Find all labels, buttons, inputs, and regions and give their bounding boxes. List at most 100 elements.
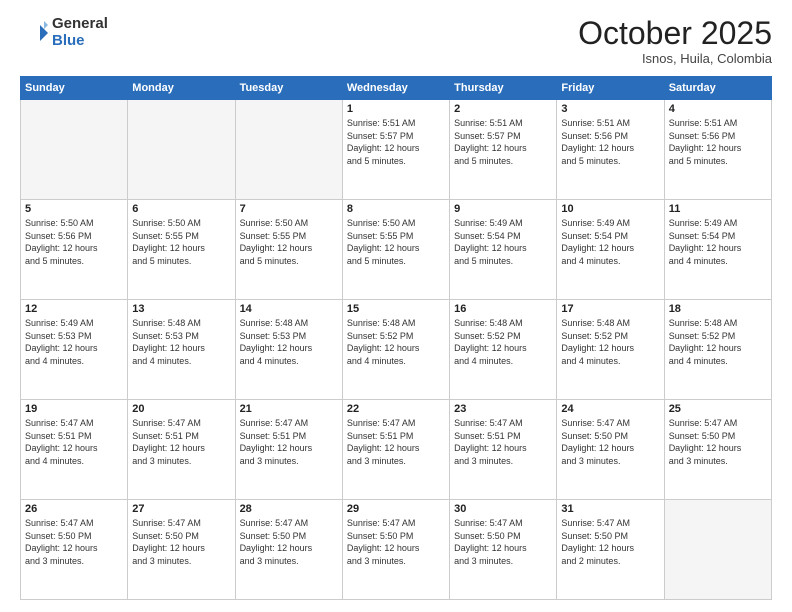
day-info: Sunrise: 5:47 AMSunset: 5:51 PMDaylight:… — [454, 417, 552, 467]
day-info: Sunrise: 5:49 AMSunset: 5:53 PMDaylight:… — [25, 317, 123, 367]
day-info: Sunrise: 5:47 AMSunset: 5:50 PMDaylight:… — [561, 417, 659, 467]
day-number: 28 — [240, 503, 338, 515]
title-block: October 2025 Isnos, Huila, Colombia — [578, 16, 772, 66]
day-info: Sunrise: 5:51 AMSunset: 5:57 PMDaylight:… — [454, 117, 552, 167]
day-number: 24 — [561, 403, 659, 415]
day-info: Sunrise: 5:50 AMSunset: 5:56 PMDaylight:… — [25, 217, 123, 267]
day-info: Sunrise: 5:48 AMSunset: 5:53 PMDaylight:… — [132, 317, 230, 367]
calendar-cell: 18 Sunrise: 5:48 AMSunset: 5:52 PMDayligh… — [664, 300, 771, 400]
day-number: 25 — [669, 403, 767, 415]
day-number: 26 — [25, 503, 123, 515]
page: General Blue October 2025 Isnos, Huila, … — [0, 0, 792, 612]
day-info: Sunrise: 5:48 AMSunset: 5:52 PMDaylight:… — [454, 317, 552, 367]
day-info: Sunrise: 5:51 AMSunset: 5:57 PMDaylight:… — [347, 117, 445, 167]
weekday-header: Sunday — [21, 77, 128, 100]
weekday-header: Saturday — [664, 77, 771, 100]
day-number: 29 — [347, 503, 445, 515]
day-info: Sunrise: 5:47 AMSunset: 5:50 PMDaylight:… — [454, 517, 552, 567]
day-info: Sunrise: 5:47 AMSunset: 5:51 PMDaylight:… — [347, 417, 445, 467]
calendar-cell: 21 Sunrise: 5:47 AMSunset: 5:51 PMDayligh… — [235, 400, 342, 500]
day-number: 2 — [454, 103, 552, 115]
day-info: Sunrise: 5:49 AMSunset: 5:54 PMDaylight:… — [669, 217, 767, 267]
calendar-cell: 13 Sunrise: 5:48 AMSunset: 5:53 PMDayligh… — [128, 300, 235, 400]
day-number: 7 — [240, 203, 338, 215]
day-number: 18 — [669, 303, 767, 315]
calendar-week-row: 19 Sunrise: 5:47 AMSunset: 5:51 PMDayligh… — [21, 400, 772, 500]
calendar-cell: 17Sunrise: 5:48 AMSunset: 5:52 PMDayligh… — [557, 300, 664, 400]
logo-text: General Blue — [52, 16, 108, 49]
weekday-header: Wednesday — [342, 77, 449, 100]
logo: General Blue — [20, 16, 108, 49]
calendar-cell: 8 Sunrise: 5:50 AMSunset: 5:55 PMDaylight… — [342, 200, 449, 300]
calendar-cell: 14Sunrise: 5:48 AMSunset: 5:53 PMDayligh… — [235, 300, 342, 400]
logo-icon — [20, 19, 48, 47]
calendar-cell: 25 Sunrise: 5:47 AMSunset: 5:50 PMDayligh… — [664, 400, 771, 500]
day-info: Sunrise: 5:50 AMSunset: 5:55 PMDaylight:… — [132, 217, 230, 267]
calendar-cell: 23Sunrise: 5:47 AMSunset: 5:51 PMDayligh… — [450, 400, 557, 500]
day-number: 6 — [132, 203, 230, 215]
day-info: Sunrise: 5:48 AMSunset: 5:52 PMDaylight:… — [669, 317, 767, 367]
calendar-cell: 6 Sunrise: 5:50 AMSunset: 5:55 PMDaylight… — [128, 200, 235, 300]
calendar-cell: 4 Sunrise: 5:51 AMSunset: 5:56 PMDaylight… — [664, 100, 771, 200]
day-info: Sunrise: 5:47 AMSunset: 5:51 PMDaylight:… — [25, 417, 123, 467]
calendar-cell: 15 Sunrise: 5:48 AMSunset: 5:52 PMDayligh… — [342, 300, 449, 400]
location: Isnos, Huila, Colombia — [578, 51, 772, 66]
day-info: Sunrise: 5:47 AMSunset: 5:51 PMDaylight:… — [132, 417, 230, 467]
day-number: 21 — [240, 403, 338, 415]
calendar-cell: 7Sunrise: 5:50 AMSunset: 5:55 PMDaylight… — [235, 200, 342, 300]
day-number: 1 — [347, 103, 445, 115]
calendar-week-row: 5Sunrise: 5:50 AMSunset: 5:56 PMDaylight… — [21, 200, 772, 300]
calendar-cell: 10 Sunrise: 5:49 AMSunset: 5:54 PMDayligh… — [557, 200, 664, 300]
day-info: Sunrise: 5:47 AMSunset: 5:50 PMDaylight:… — [132, 517, 230, 567]
day-info: Sunrise: 5:48 AMSunset: 5:52 PMDaylight:… — [561, 317, 659, 367]
day-info: Sunrise: 5:47 AMSunset: 5:51 PMDaylight:… — [240, 417, 338, 467]
day-info: Sunrise: 5:51 AMSunset: 5:56 PMDaylight:… — [669, 117, 767, 167]
calendar-cell: 1 Sunrise: 5:51 AMSunset: 5:57 PMDaylight… — [342, 100, 449, 200]
day-number: 16 — [454, 303, 552, 315]
calendar-table: SundayMondayTuesdayWednesdayThursdayFrid… — [20, 76, 772, 600]
calendar-cell: 24 Sunrise: 5:47 AMSunset: 5:50 PMDayligh… — [557, 400, 664, 500]
calendar-cell: 27 Sunrise: 5:47 AMSunset: 5:50 PMDayligh… — [128, 500, 235, 600]
calendar-cell — [664, 500, 771, 600]
calendar-cell: 16 Sunrise: 5:48 AMSunset: 5:52 PMDayligh… — [450, 300, 557, 400]
day-number: 27 — [132, 503, 230, 515]
calendar-cell: 20Sunrise: 5:47 AMSunset: 5:51 PMDayligh… — [128, 400, 235, 500]
day-number: 4 — [669, 103, 767, 115]
logo-blue-text: Blue — [52, 33, 108, 50]
day-number: 19 — [25, 403, 123, 415]
day-number: 31 — [561, 503, 659, 515]
day-number: 11 — [669, 203, 767, 215]
weekday-header: Friday — [557, 77, 664, 100]
header: General Blue October 2025 Isnos, Huila, … — [20, 16, 772, 66]
day-info: Sunrise: 5:50 AMSunset: 5:55 PMDaylight:… — [347, 217, 445, 267]
day-number: 8 — [347, 203, 445, 215]
day-number: 9 — [454, 203, 552, 215]
calendar-cell: 30Sunrise: 5:47 AMSunset: 5:50 PMDayligh… — [450, 500, 557, 600]
calendar-cell: 29Sunrise: 5:47 AMSunset: 5:50 PMDayligh… — [342, 500, 449, 600]
day-number: 22 — [347, 403, 445, 415]
calendar-cell: 5Sunrise: 5:50 AMSunset: 5:56 PMDaylight… — [21, 200, 128, 300]
weekday-header: Thursday — [450, 77, 557, 100]
day-number: 14 — [240, 303, 338, 315]
calendar-cell: 28 Sunrise: 5:47 AMSunset: 5:50 PMDayligh… — [235, 500, 342, 600]
calendar-week-row: 26 Sunrise: 5:47 AMSunset: 5:50 PMDayligh… — [21, 500, 772, 600]
calendar-cell: 12 Sunrise: 5:49 AMSunset: 5:53 PMDayligh… — [21, 300, 128, 400]
calendar-cell — [128, 100, 235, 200]
calendar-week-row: 12 Sunrise: 5:49 AMSunset: 5:53 PMDayligh… — [21, 300, 772, 400]
calendar-cell: 22 Sunrise: 5:47 AMSunset: 5:51 PMDayligh… — [342, 400, 449, 500]
weekday-header: Monday — [128, 77, 235, 100]
day-number: 15 — [347, 303, 445, 315]
day-info: Sunrise: 5:47 AMSunset: 5:50 PMDaylight:… — [669, 417, 767, 467]
calendar-cell: 2 Sunrise: 5:51 AMSunset: 5:57 PMDaylight… — [450, 100, 557, 200]
day-info: Sunrise: 5:49 AMSunset: 5:54 PMDaylight:… — [561, 217, 659, 267]
month-title: October 2025 — [578, 16, 772, 51]
day-number: 10 — [561, 203, 659, 215]
calendar-cell — [235, 100, 342, 200]
day-info: Sunrise: 5:51 AMSunset: 5:56 PMDaylight:… — [561, 117, 659, 167]
day-info: Sunrise: 5:48 AMSunset: 5:52 PMDaylight:… — [347, 317, 445, 367]
day-info: Sunrise: 5:47 AMSunset: 5:50 PMDaylight:… — [25, 517, 123, 567]
day-number: 12 — [25, 303, 123, 315]
day-info: Sunrise: 5:47 AMSunset: 5:50 PMDaylight:… — [240, 517, 338, 567]
day-info: Sunrise: 5:49 AMSunset: 5:54 PMDaylight:… — [454, 217, 552, 267]
day-number: 13 — [132, 303, 230, 315]
